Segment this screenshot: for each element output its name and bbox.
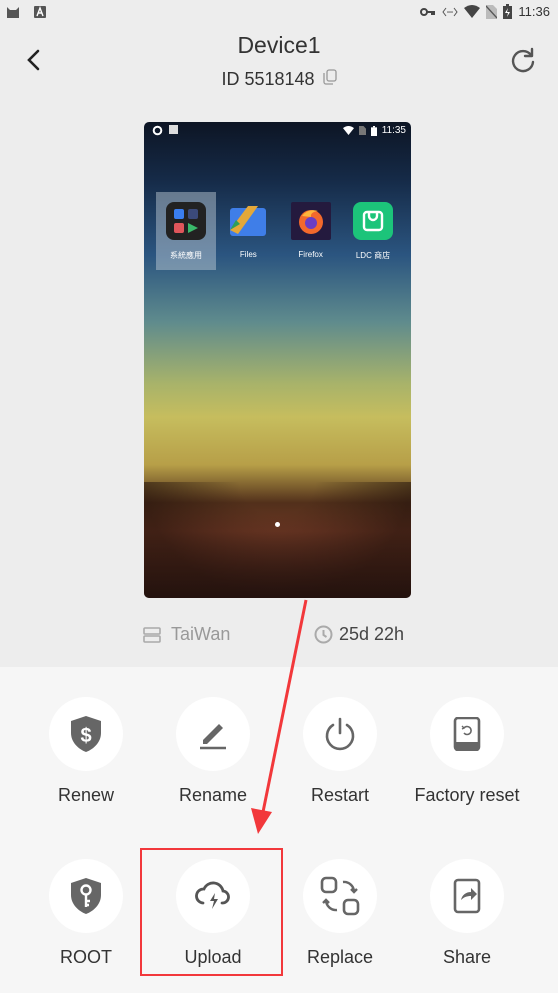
factory-reset-button[interactable]: Factory reset [404,697,530,806]
device-info-row: TaiWan 25d 22h [0,624,558,648]
page-indicator [275,522,280,527]
top-bar: Device1 ID 5518148 [0,24,558,100]
app-ldc-store[interactable]: LDC 商店 [343,192,403,270]
app-files[interactable]: Files [218,192,278,270]
wallpaper [144,482,411,598]
action-label: Factory reset [414,785,520,805]
data-arrows-icon [442,7,459,16]
refresh-icon [511,47,535,73]
app-label: Files [239,250,257,259]
action-label: Restart [310,785,370,805]
folder-system-apps-icon [166,202,206,240]
upload-button[interactable]: Upload [150,859,276,968]
battery-icon [370,125,377,136]
restart-button[interactable]: Restart [277,697,403,806]
copy-id-button[interactable] [322,69,337,90]
replace-button[interactable]: Replace [277,859,403,968]
cat-app-icon [7,7,19,18]
status-bar: 11:36 [0,0,558,24]
svg-text:$: $ [80,725,91,747]
root-button[interactable]: ROOT [23,859,149,968]
status-time: 11:36 [518,4,550,19]
a-notification-icon [169,125,178,134]
copy-icon [322,69,337,85]
device-screen-preview[interactable]: 11:35 系統應用 Files Firefox LDC 商店 [144,122,411,598]
renew-button[interactable]: $ Renew [23,697,149,806]
power-icon [325,717,355,751]
firefox-icon [290,202,331,240]
no-sim-icon [358,126,366,135]
app-label: LDC 商店 [355,251,391,260]
app-label: Firefox [298,250,323,259]
device-id: ID 5518148 [221,69,315,89]
a-notification-icon [34,5,46,18]
shield-dollar-icon: $ [71,716,101,752]
wifi-icon [464,5,481,18]
vpn-key-icon [420,7,436,16]
region-label: TaiWan [171,624,231,644]
battery-charging-icon [503,4,513,19]
clock-icon [314,625,333,644]
share-button[interactable]: Share [404,859,530,968]
wifi-icon [342,126,354,135]
ldc-store-icon [352,202,393,240]
pencil-icon [200,724,226,750]
action-label: ROOT [60,947,112,967]
device-status-bar: 11:35 [144,122,411,140]
app-label: 系統應用 [170,251,202,260]
rename-button[interactable]: Rename [150,697,276,806]
device-status-time: 11:35 [381,125,406,136]
remaining-time: 25d 22h [339,624,405,644]
shield-key-icon [71,878,101,914]
share-icon [453,878,481,914]
no-sim-icon [486,4,498,19]
app-firefox[interactable]: Firefox [281,192,341,270]
app-system-apps[interactable]: 系統應用 [156,192,216,270]
action-label: Share [442,947,492,967]
app-row: 系統應用 Files Firefox LDC 商店 [156,192,403,270]
action-label: Replace [306,947,374,967]
action-label: Rename [178,785,248,805]
tablet-reset-icon [453,717,481,751]
files-icon [228,202,268,240]
server-icon [143,626,161,643]
action-label: Renew [57,785,115,805]
sync-icon [152,125,163,136]
device-title: Device1 [237,32,321,58]
replace-icon [320,876,360,916]
action-label: Upload [184,947,242,967]
cloud-upload-icon [195,881,230,909]
refresh-button[interactable] [508,46,538,76]
